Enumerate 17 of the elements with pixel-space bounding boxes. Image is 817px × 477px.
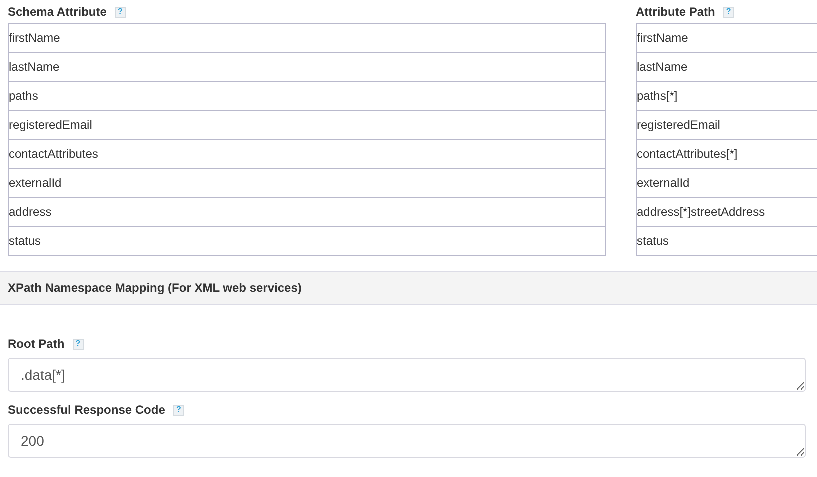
table-cell[interactable]: address	[8, 197, 606, 227]
column-header: Schema Attribute	[8, 4, 107, 21]
table-cell[interactable]: registeredEmail	[8, 110, 606, 140]
input-field[interactable]: .data[*]	[8, 358, 806, 392]
section-header: XPath Namespace Mapping (For XML web services)	[0, 271, 817, 305]
table-cell[interactable]: paths	[8, 81, 606, 111]
table-cell[interactable]: status	[8, 226, 606, 256]
column-header: Attribute Path	[636, 4, 716, 21]
table-cell[interactable]: firstName	[636, 23, 817, 53]
field-label: Successful Response Code	[8, 402, 166, 419]
table-cell[interactable]: lastName	[8, 52, 606, 82]
table-cell[interactable]: status	[636, 226, 817, 256]
input-field[interactable]: 200	[8, 424, 806, 458]
table-cell[interactable]: externalId	[8, 168, 606, 198]
table-cell[interactable]: firstName	[8, 23, 606, 53]
field-label: Root Path	[8, 336, 65, 353]
table-cell[interactable]: contactAttributes	[8, 139, 606, 169]
